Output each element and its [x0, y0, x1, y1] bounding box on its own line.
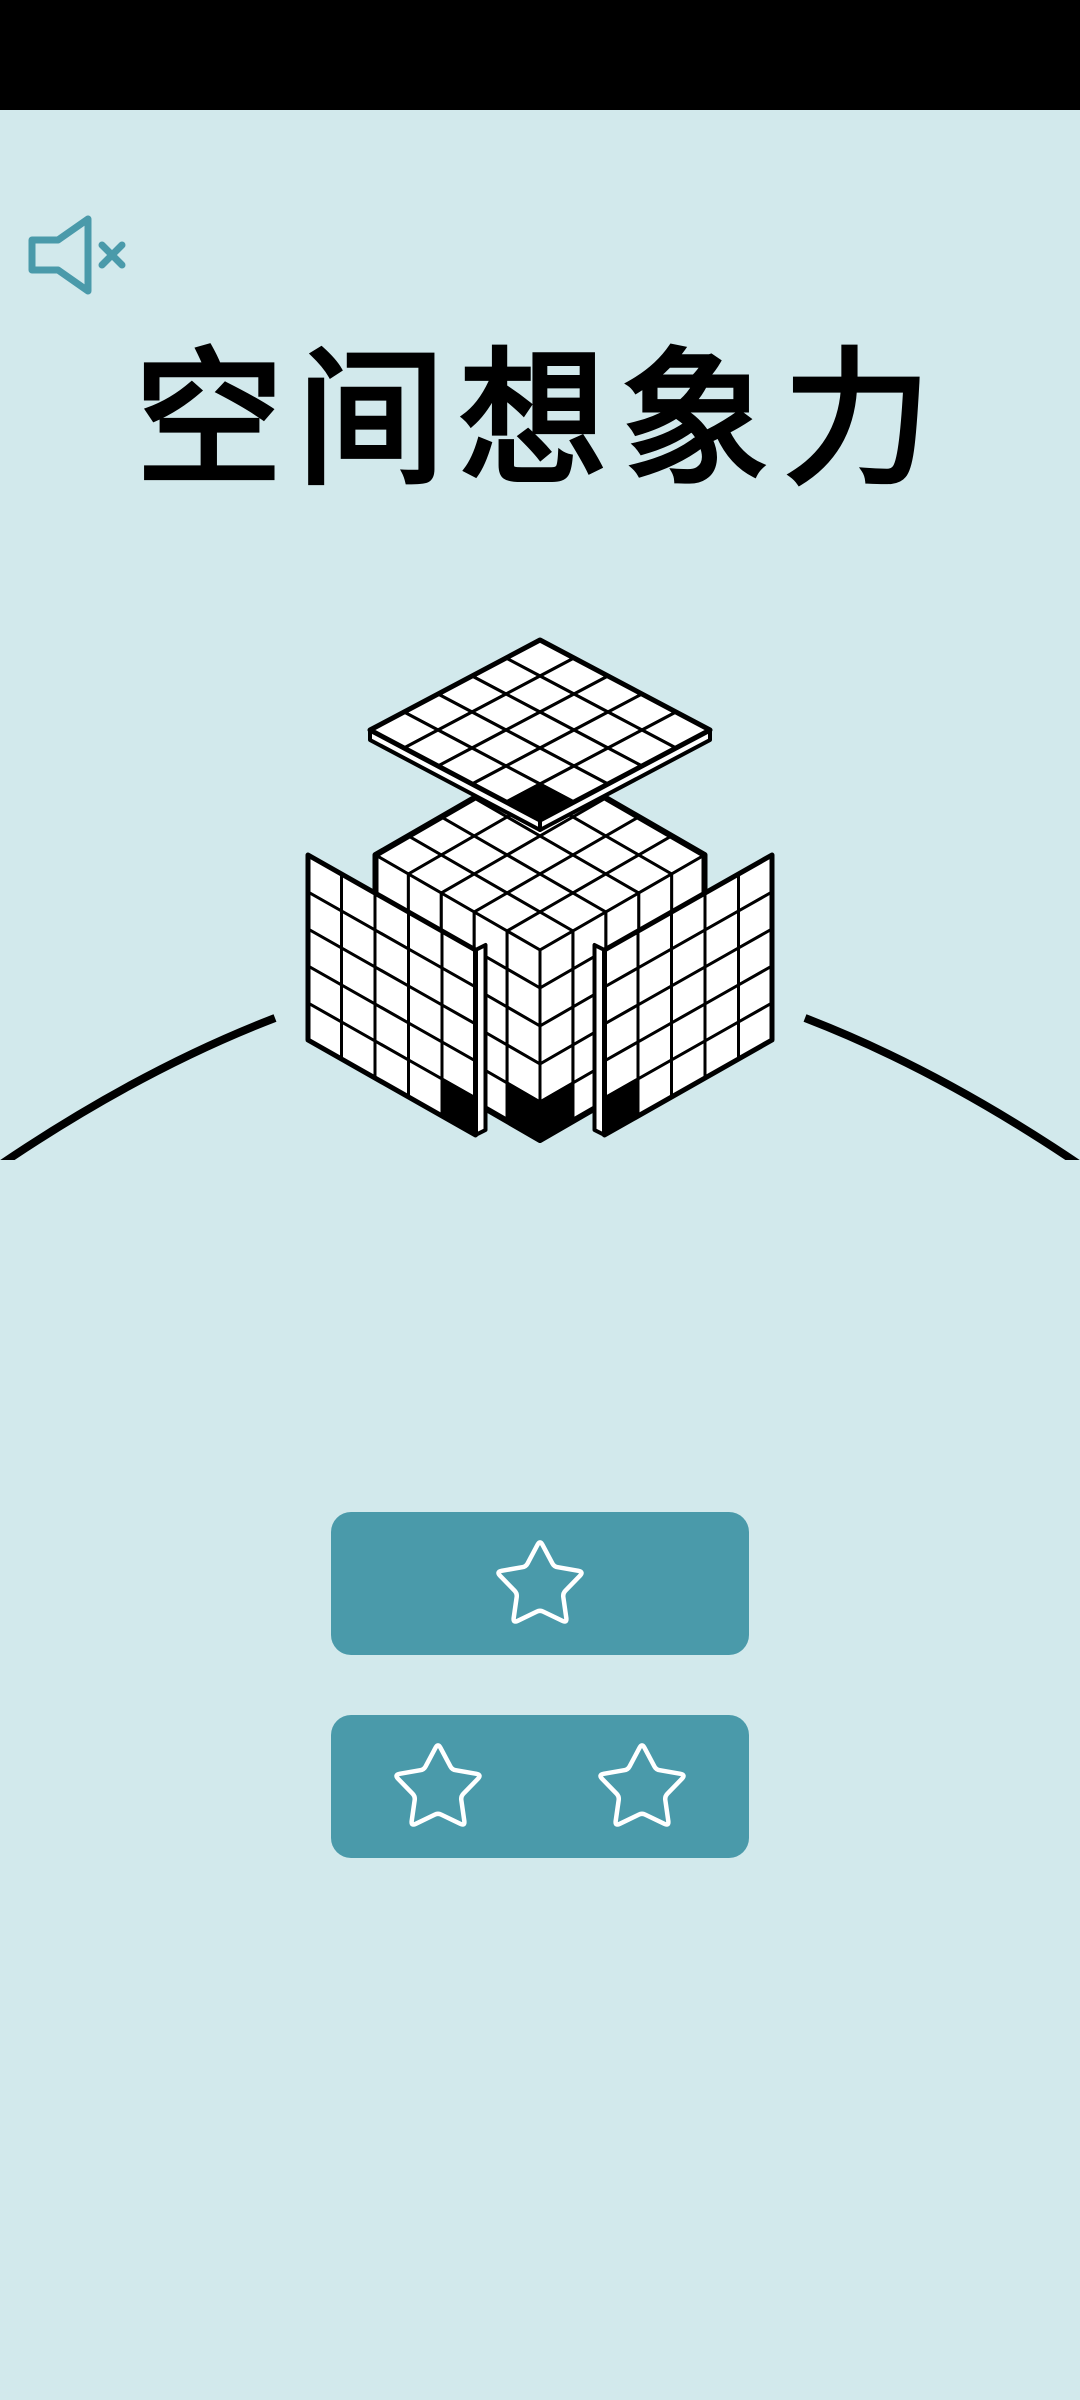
star-outline-icon	[488, 1532, 592, 1636]
ground-arc	[0, 1014, 277, 1160]
star-outline-icon	[386, 1735, 490, 1839]
level-2-button[interactable]	[331, 1715, 749, 1858]
game-title: 空间想象力	[135, 334, 945, 506]
speaker-muted-icon	[22, 205, 142, 305]
star-outline-icon	[590, 1735, 694, 1839]
mute-button[interactable]	[22, 205, 142, 305]
ground-arc	[803, 1014, 1080, 1160]
level-1-button[interactable]	[331, 1512, 749, 1655]
cube-illustration	[0, 600, 1080, 1160]
status-bar	[0, 0, 1080, 110]
